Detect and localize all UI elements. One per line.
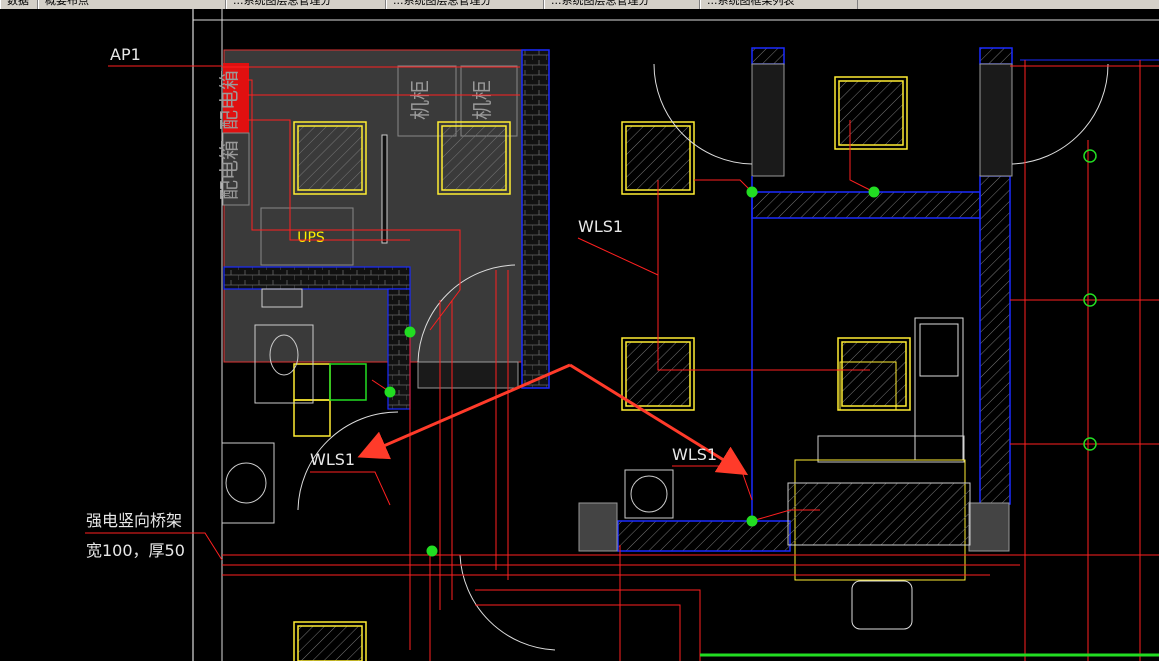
cabinet-label-a: 机柜	[408, 80, 432, 120]
cad-drawing-canvas[interactable]: 配电箱 配电箱 机柜 机柜 UPS AP1 WLS1 WLS1 WLS1 强电竖…	[0, 9, 1159, 661]
cabinet-low	[817, 435, 965, 463]
column-marble-right	[979, 63, 1013, 177]
column-marble-left	[751, 63, 785, 177]
junction-point[interactable]	[404, 326, 416, 338]
light-fixture[interactable]	[834, 76, 908, 150]
junction-point[interactable]	[426, 545, 438, 557]
circuit-line	[475, 589, 701, 661]
wardrobe-door	[919, 323, 959, 377]
junction-point[interactable]	[746, 515, 758, 527]
circuit-line	[694, 179, 753, 193]
tab-layout[interactable]: 概要布点	[38, 0, 226, 9]
wls1-top-leader	[577, 237, 659, 276]
door-swing-right	[1011, 63, 1109, 165]
washing-machine-drum	[630, 475, 668, 513]
tray-label-line1: 强电竖向桥架	[86, 511, 182, 530]
wall-column-top	[751, 47, 785, 65]
office-chair[interactable]	[851, 580, 913, 630]
light-fixture-small[interactable]	[293, 363, 331, 437]
tab-frame-list[interactable]: ...系统图框架列表	[700, 0, 858, 9]
junction-point[interactable]	[746, 186, 758, 198]
tab-system-3[interactable]: ...系统图层总管理分	[544, 0, 700, 9]
washing-machine	[624, 469, 674, 519]
wls1-label-top: WLS1	[578, 217, 623, 236]
brick-wall-mid	[223, 266, 411, 290]
wls1-left-leader	[310, 471, 391, 506]
light-fixture[interactable]	[437, 121, 511, 195]
cabinet-label-b: 机柜	[470, 80, 494, 120]
light-fixture[interactable]	[293, 621, 367, 661]
brick-wall-right	[521, 49, 550, 389]
ups-label: UPS	[297, 230, 325, 246]
wall-column-top-right	[979, 47, 1013, 65]
circuit-line	[475, 604, 681, 661]
wls1-label-right: WLS1	[672, 445, 717, 464]
tab-data[interactable]: 数据	[0, 0, 38, 9]
door-threshold	[417, 361, 519, 389]
ap1-label: AP1	[110, 45, 141, 64]
light-fixture[interactable]	[293, 121, 367, 195]
sink[interactable]	[225, 462, 267, 504]
wall-horizontal-lower	[617, 520, 791, 552]
column-grey-right	[968, 502, 1010, 552]
junction-point[interactable]	[868, 186, 880, 198]
wardrobe	[914, 317, 964, 461]
drawing-tab-bar: 数据 概要布点 ...系统图层总管理分 ...系统图层总管理分 ...系统图层总…	[0, 0, 1159, 9]
outlet-symbol[interactable]	[1083, 149, 1097, 163]
desk[interactable]	[787, 482, 971, 546]
distribution-box-label-b: 配电箱	[217, 140, 241, 200]
wls1-label-left: WLS1	[310, 450, 355, 469]
tray-label-line2: 宽100，厚50	[86, 541, 185, 560]
distribution-box-label-a: 配电箱	[217, 70, 241, 130]
junction-point[interactable]	[384, 386, 396, 398]
cable-bar	[381, 134, 388, 244]
exhaust-fan[interactable]	[329, 363, 367, 401]
tab-system-1[interactable]: ...系统图层总管理分	[226, 0, 386, 9]
light-fixture[interactable]	[837, 337, 911, 411]
tab-system-2[interactable]: ...系统图层总管理分	[386, 0, 544, 9]
column-grey-left	[578, 502, 618, 552]
wall-horizontal-upper	[751, 191, 981, 219]
wall-vertical-right	[979, 175, 1011, 505]
